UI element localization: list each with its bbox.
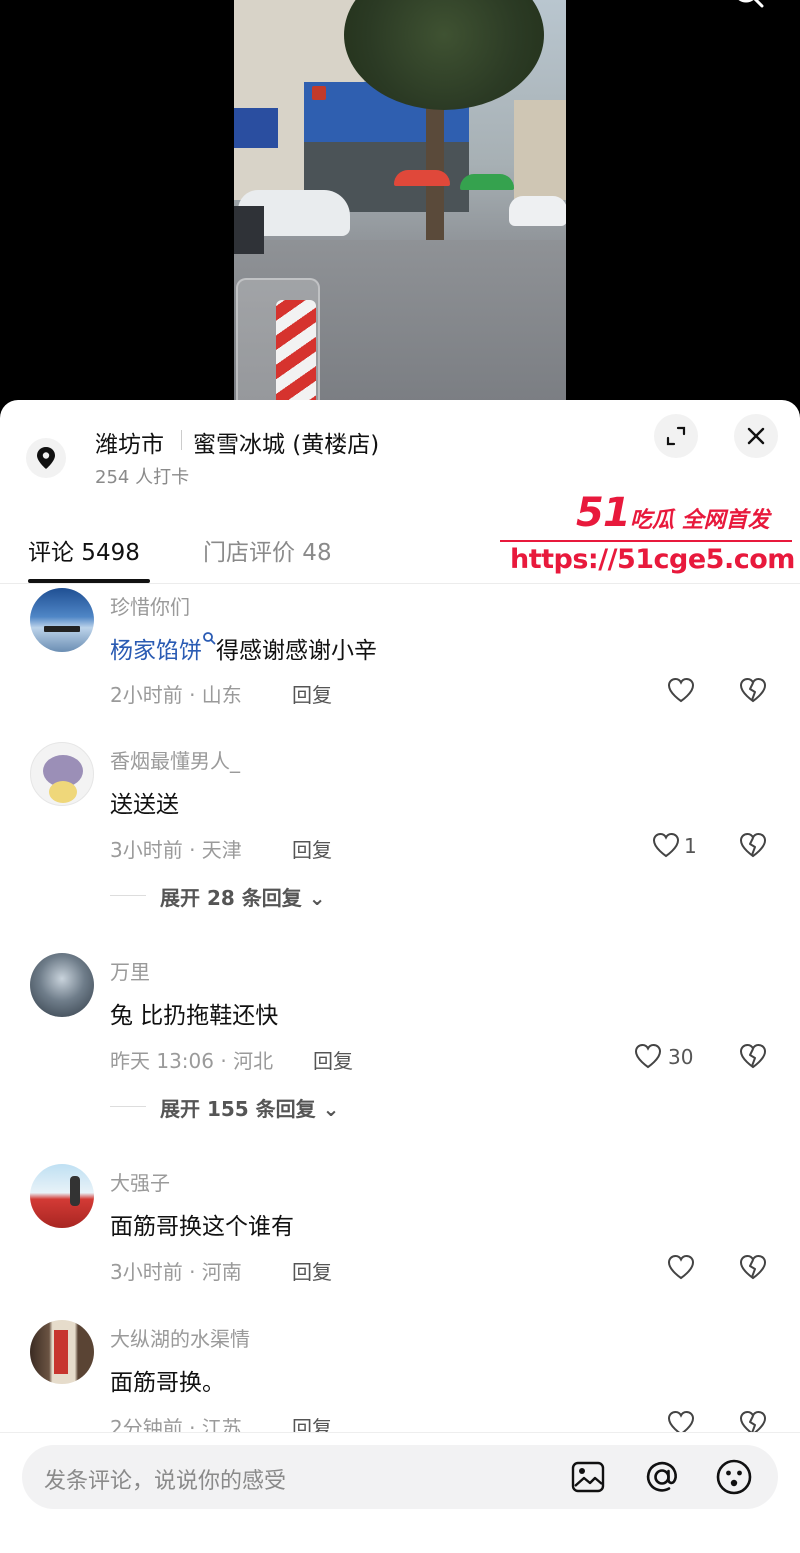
dislike-heart-icon[interactable] <box>738 1042 768 1070</box>
watermark-line <box>500 540 792 542</box>
comment-search-link[interactable]: 杨家馅饼 <box>110 638 202 664</box>
video-player[interactable] <box>0 0 800 410</box>
avatar[interactable] <box>30 953 94 1017</box>
comment-username[interactable]: 珍惜你们 <box>110 591 190 620</box>
comment-username[interactable]: 大强子 <box>110 1167 170 1196</box>
video-umbrella-red <box>394 170 450 186</box>
watermark: 51 吃瓜 全网首发 https://51cge5.com <box>500 490 800 590</box>
comment-text: 送送送 <box>110 792 179 818</box>
expand-replies-label: 展开 155 条回复 <box>160 1097 316 1121</box>
watermark-url: https://51cge5.com <box>510 544 795 575</box>
location-divider <box>181 430 182 450</box>
location-pin-icon <box>26 438 66 478</box>
expand-replies-label: 展开 28 条回复 <box>160 886 302 910</box>
comment-list[interactable]: 珍惜你们 杨家馅饼 得感谢感谢小辛 2小时前 · 山东 回复 香烟最懂男人_ 送送… <box>0 585 800 1435</box>
chevron-down-icon: ⌄ <box>308 886 326 910</box>
video-barber-pole <box>276 300 316 410</box>
heart-icon[interactable] <box>633 1042 663 1070</box>
avatar[interactable] <box>30 1164 94 1228</box>
watermark-slogan: 吃瓜 全网首发 <box>630 508 770 533</box>
comment-sheet: 潍坊市 蜜雪冰城 (黄楼店) 254 人打卡 评论 5498 门店评价 48 5… <box>0 400 800 1553</box>
avatar[interactable] <box>30 588 94 652</box>
dislike-heart-icon[interactable] <box>738 1253 768 1281</box>
dislike-heart-icon[interactable] <box>738 831 768 859</box>
tab-store-reviews[interactable]: 门店评价 48 <box>203 533 332 567</box>
expand-divider <box>110 895 146 896</box>
comment-meta: 昨天 13:06 · 河北 <box>110 1049 274 1073</box>
emoji-icon[interactable] <box>714 1457 754 1497</box>
comment-text-body: 得感谢感谢小辛 <box>216 638 377 664</box>
video-building-right <box>514 100 566 200</box>
dislike-heart-icon[interactable] <box>738 676 768 704</box>
watermark-brand: 51 <box>576 490 631 536</box>
expand-replies-button[interactable]: 展开 155 条回复 ⌄ <box>160 1093 339 1122</box>
avatar-mouse-body <box>49 781 77 803</box>
close-icon <box>747 427 765 445</box>
comment-meta: 3小时前 · 河南 <box>110 1260 242 1284</box>
expand-button[interactable] <box>654 414 698 458</box>
close-button[interactable] <box>734 414 778 458</box>
video-sign-left <box>234 108 278 148</box>
avatar[interactable] <box>30 1320 94 1384</box>
avatar-person <box>70 1176 80 1206</box>
at-mention-icon[interactable] <box>642 1457 682 1497</box>
checkin-count: 254 人打卡 <box>95 467 190 488</box>
avatar-banner <box>54 1330 68 1374</box>
heart-icon[interactable] <box>666 1253 696 1281</box>
comment-text: 面筋哥换这个谁有 <box>110 1214 294 1240</box>
like-count: 30 <box>668 1045 694 1069</box>
expand-icon <box>666 426 686 446</box>
comment-username[interactable]: 香烟最懂男人_ <box>110 745 240 774</box>
expand-replies-button[interactable]: 展开 28 条回复 ⌄ <box>160 882 326 911</box>
chevron-down-icon: ⌄ <box>322 1097 340 1121</box>
heart-icon[interactable] <box>666 676 696 704</box>
video-car-dark <box>234 206 264 254</box>
reply-button[interactable]: 回复 <box>313 1045 353 1074</box>
video-umbrella-green <box>460 174 514 190</box>
video-frame[interactable] <box>234 0 566 410</box>
reply-button[interactable]: 回复 <box>292 834 332 863</box>
avatar-ship <box>44 626 80 632</box>
search-icon[interactable] <box>202 631 216 647</box>
comment-text: 兔 比扔拖鞋还快 <box>110 1003 279 1029</box>
reply-button[interactable]: 回复 <box>292 679 332 708</box>
comment-input[interactable]: 发条评论，说说你的感受 <box>22 1445 778 1509</box>
location-city[interactable]: 潍坊市 <box>95 425 164 459</box>
comment-username[interactable]: 大纵湖的水渠情 <box>110 1323 250 1352</box>
expand-divider <box>110 1106 146 1107</box>
video-car-far <box>509 196 566 226</box>
heart-icon[interactable] <box>651 831 681 859</box>
comment-meta: 3小时前 · 天津 <box>110 838 242 862</box>
like-count: 1 <box>684 834 697 858</box>
tab-comments[interactable]: 评论 5498 <box>28 533 140 567</box>
location-store-name[interactable]: 蜜雪冰城 (黄楼店) <box>193 425 379 459</box>
reply-button[interactable]: 回复 <box>292 1256 332 1285</box>
comment-text: 面筋哥换。 <box>110 1370 225 1396</box>
comment-input-bar: 发条评论，说说你的感受 <box>0 1432 800 1553</box>
comment-input-placeholder[interactable]: 发条评论，说说你的感受 <box>44 1463 286 1495</box>
comment-meta: 2小时前 · 山东 <box>110 683 242 707</box>
tab-active-indicator <box>28 579 150 583</box>
avatar[interactable] <box>30 742 94 806</box>
image-icon[interactable] <box>570 1459 606 1495</box>
search-icon[interactable] <box>730 0 764 16</box>
comment-username[interactable]: 万里 <box>110 956 150 985</box>
comment-text: 杨家馅饼 得感谢感谢小辛 <box>110 631 377 665</box>
video-sign-logo <box>312 86 326 100</box>
